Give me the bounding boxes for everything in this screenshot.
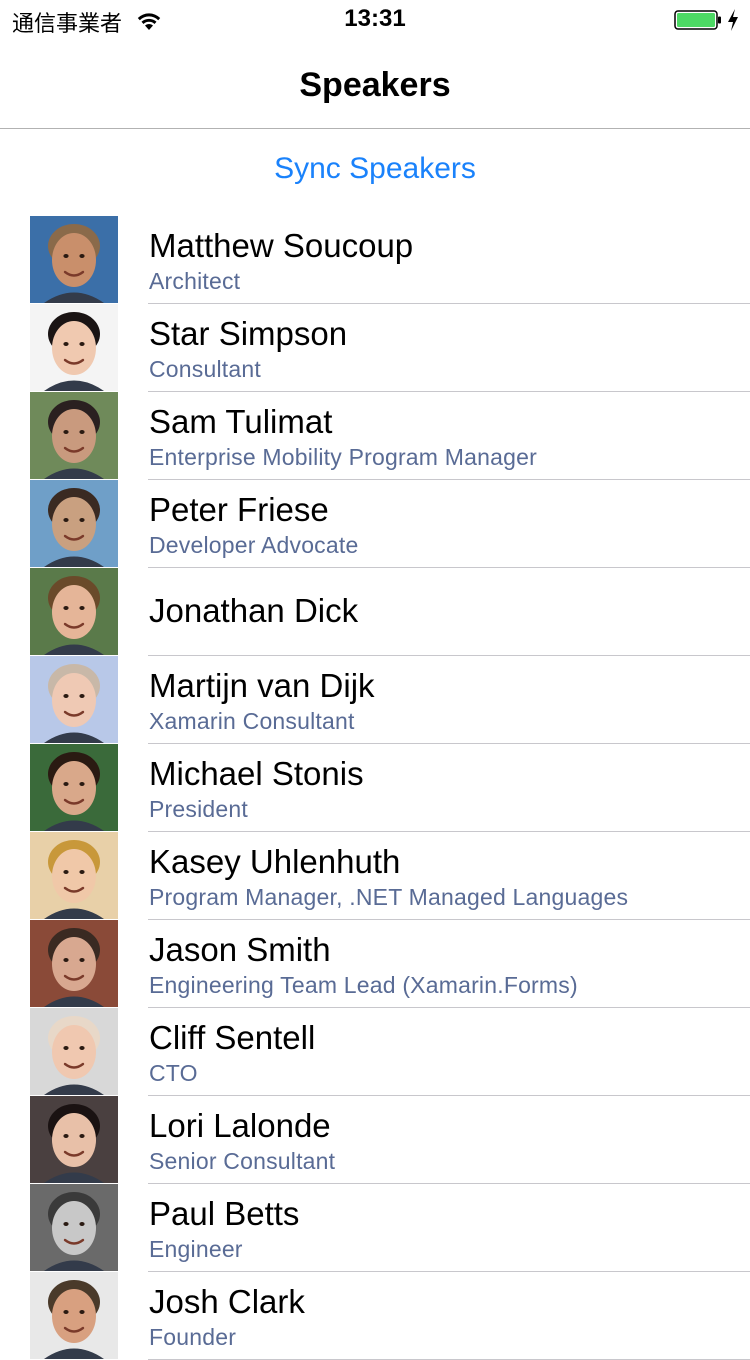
speaker-row[interactable]: Michael Stonis President — [0, 744, 750, 832]
speaker-row[interactable]: Josh Clark Founder — [0, 1272, 750, 1360]
speaker-text: Star Simpson Consultant — [148, 304, 750, 392]
speaker-avatar — [30, 744, 118, 831]
speaker-name: Matthew Soucoup — [149, 227, 414, 264]
speaker-row[interactable]: Matthew Soucoup Architect — [0, 216, 750, 304]
page-title: Speakers — [299, 66, 451, 104]
speaker-title: Senior Consultant — [149, 1148, 336, 1174]
speaker-row[interactable]: Lori Lalonde Senior Consultant — [0, 1096, 750, 1184]
speaker-name: Lori Lalonde — [149, 1107, 331, 1144]
speaker-avatar — [30, 1096, 118, 1183]
speaker-text: Lori Lalonde Senior Consultant — [148, 1096, 750, 1184]
speaker-avatar — [30, 568, 118, 655]
speaker-avatar — [30, 216, 118, 303]
charging-bolt-icon — [726, 8, 740, 32]
speaker-name: Star Simpson — [149, 315, 348, 352]
speaker-text: Martijn van Dijk Xamarin Consultant — [148, 656, 750, 744]
speaker-text: Jonathan Dick — [148, 568, 750, 656]
speaker-avatar — [30, 832, 118, 919]
speaker-row[interactable]: Peter Friese Developer Advocate — [0, 480, 750, 568]
speaker-row[interactable]: Star Simpson Consultant — [0, 304, 750, 392]
speaker-text: Kasey Uhlenhuth Program Manager, .NET Man… — [148, 832, 750, 920]
speaker-title: Founder — [149, 1324, 237, 1350]
speaker-title: Engineer — [149, 1236, 243, 1262]
speaker-row[interactable]: Cliff Sentell CTO — [0, 1008, 750, 1096]
speaker-name: Michael Stonis — [149, 755, 364, 792]
speaker-row[interactable]: Sam Tulimat Enterprise Mobility Program M… — [0, 392, 750, 480]
speaker-title: Program Manager, .NET Managed Languages — [149, 884, 629, 910]
speaker-name: Martijn van Dijk — [149, 667, 375, 704]
speaker-text: Matthew Soucoup Architect — [148, 216, 750, 304]
speaker-name: Sam Tulimat — [149, 403, 333, 440]
speaker-name: Josh Clark — [149, 1283, 305, 1320]
speaker-text: Cliff Sentell CTO — [148, 1008, 750, 1096]
sync-speakers-button[interactable]: Sync Speakers — [0, 152, 750, 186]
speaker-row[interactable]: Jason Smith Engineering Team Lead (Xamari… — [0, 920, 750, 1008]
speaker-row[interactable]: Kasey Uhlenhuth Program Manager, .NET Man… — [0, 832, 750, 920]
speaker-name: Jason Smith — [149, 931, 331, 968]
speaker-avatar — [30, 656, 118, 743]
speaker-title: Engineering Team Lead (Xamarin.Forms) — [149, 972, 578, 998]
speaker-title: CTO — [149, 1060, 198, 1086]
speaker-list: Matthew Soucoup Architect Star Simpson Cons… — [0, 216, 750, 1360]
speaker-title: President — [149, 796, 248, 822]
status-time: 13:31 — [344, 5, 406, 32]
navigation-bar: Speakers — [0, 40, 750, 129]
speaker-avatar — [30, 920, 118, 1007]
speaker-name: Paul Betts — [149, 1195, 300, 1232]
speaker-avatar — [30, 1184, 118, 1271]
status-bar: 通信事業者 13:31 — [0, 0, 750, 40]
speaker-text: Peter Friese Developer Advocate — [148, 480, 750, 568]
speaker-text: Sam Tulimat Enterprise Mobility Program M… — [148, 392, 750, 480]
speaker-row[interactable]: Martijn van Dijk Xamarin Consultant — [0, 656, 750, 744]
speaker-avatar — [30, 480, 118, 567]
speaker-name: Peter Friese — [149, 491, 329, 528]
speaker-row[interactable]: Jonathan Dick — [0, 568, 750, 656]
speaker-title: Enterprise Mobility Program Manager — [149, 444, 537, 470]
speaker-avatar — [30, 1008, 118, 1095]
battery-icon — [674, 10, 722, 30]
speaker-title: Developer Advocate — [149, 532, 359, 558]
speaker-title: Consultant — [149, 356, 261, 382]
speaker-name: Cliff Sentell — [149, 1019, 316, 1056]
speaker-avatar — [30, 1272, 118, 1359]
speaker-name: Jonathan Dick — [149, 592, 359, 629]
speaker-title: Xamarin Consultant — [149, 708, 355, 734]
speaker-text: Michael Stonis President — [148, 744, 750, 832]
speaker-row[interactable]: Paul Betts Engineer — [0, 1184, 750, 1272]
speaker-text: Paul Betts Engineer — [148, 1184, 750, 1272]
speaker-title: Architect — [149, 268, 241, 294]
speaker-text: Jason Smith Engineering Team Lead (Xamari… — [148, 920, 750, 1008]
speaker-name: Kasey Uhlenhuth — [149, 843, 401, 880]
speaker-avatar — [30, 304, 118, 391]
speaker-avatar — [30, 392, 118, 479]
speaker-text: Josh Clark Founder — [148, 1272, 750, 1360]
